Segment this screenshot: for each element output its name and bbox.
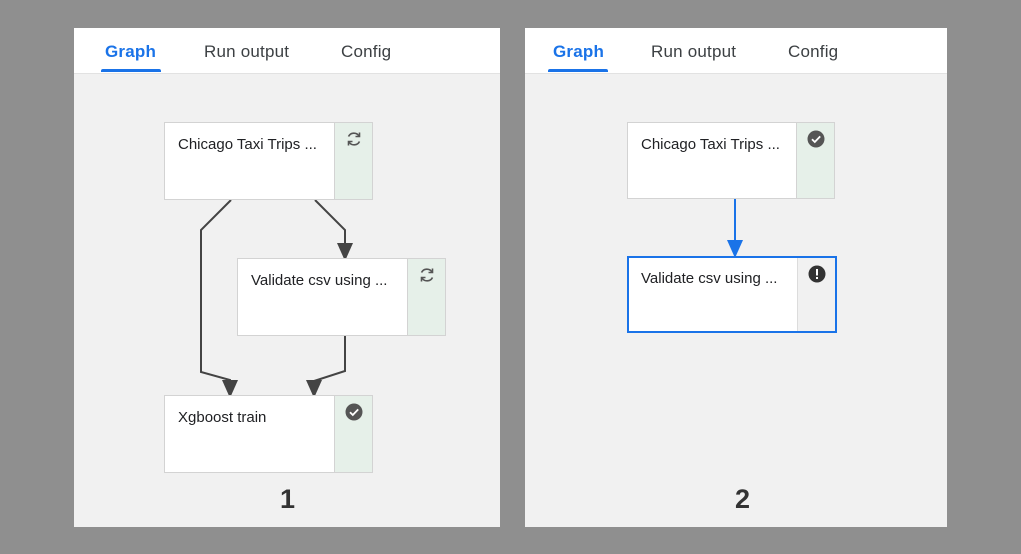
edge-taxi-to-validate <box>314 199 353 261</box>
error-icon <box>808 265 826 283</box>
node-status-cell <box>334 123 372 199</box>
edge-taxi-to-xgboost <box>200 199 238 398</box>
pipeline-node-validate-csv[interactable]: Validate csv using ... <box>237 258 446 336</box>
node-label: Xgboost train <box>178 409 267 426</box>
panel-number: 1 <box>280 484 296 514</box>
node-status-cell <box>334 396 372 472</box>
node-status-cell <box>797 258 835 331</box>
node-status-cell <box>407 259 445 335</box>
pipeline-node-xgboost-train[interactable]: Xgboost train <box>164 395 373 473</box>
node-label: Validate csv using ... <box>641 270 778 287</box>
pipeline-panel-2: Graph Run output Config Chicago Taxi Tri… <box>525 28 947 527</box>
pipeline-node-validate-csv[interactable]: Validate csv using ... <box>627 256 837 333</box>
pipeline-node-chicago-taxi-trips[interactable]: Chicago Taxi Trips ... <box>164 122 373 200</box>
node-status-cell <box>796 123 834 198</box>
pipeline-panel-1: Graph Run output Config Chicago Taxi Tri… <box>74 28 500 527</box>
edge-validate-to-xgboost <box>306 336 346 398</box>
check-circle-icon <box>345 403 363 421</box>
panel-number: 2 <box>735 484 751 514</box>
node-label: Chicago Taxi Trips ... <box>178 136 317 153</box>
node-label: Chicago Taxi Trips ... <box>641 136 780 153</box>
node-label: Validate csv using ... <box>251 272 388 289</box>
refresh-icon <box>347 132 361 146</box>
refresh-icon <box>420 268 434 282</box>
check-circle-icon <box>807 130 825 148</box>
pipeline-node-chicago-taxi-trips[interactable]: Chicago Taxi Trips ... <box>627 122 835 199</box>
